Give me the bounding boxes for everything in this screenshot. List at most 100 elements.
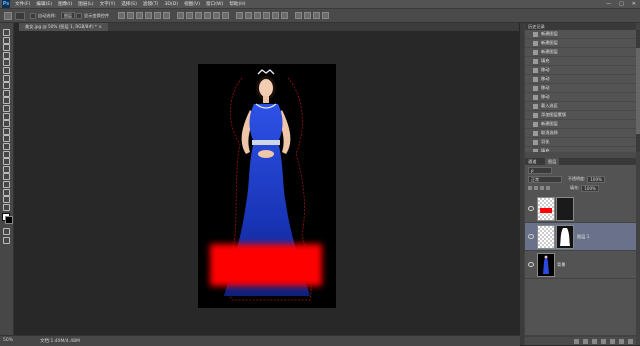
history-item[interactable]: 取消选择 <box>525 129 636 138</box>
menu-item[interactable]: 选择(S) <box>121 1 137 7</box>
tool-icon[interactable] <box>3 82 10 90</box>
tool-icon[interactable] <box>3 173 10 181</box>
align-distribute-icon[interactable] <box>154 12 161 19</box>
align-distribute-icon[interactable] <box>163 12 170 19</box>
align-distribute-icon[interactable] <box>281 12 288 19</box>
align-distribute-icon[interactable] <box>195 12 202 19</box>
quick-mask-icon[interactable] <box>3 228 10 235</box>
menu-item[interactable]: 编辑(E) <box>36 1 52 7</box>
tool-icon[interactable] <box>3 165 10 173</box>
layer-row-layer1[interactable]: 图层 1 <box>525 223 636 251</box>
history-item[interactable]: 载入选区 <box>525 102 636 111</box>
tab-channels[interactable]: 通道 <box>525 158 539 165</box>
history-item[interactable]: 填充 <box>525 57 636 66</box>
fill-field[interactable]: 100% <box>581 184 599 192</box>
lock-all-icon[interactable] <box>546 186 550 190</box>
menu-item[interactable]: 文字(Y) <box>100 1 116 7</box>
layer-name[interactable]: 图层 1 <box>577 234 589 240</box>
visibility-eye-icon[interactable] <box>528 262 534 267</box>
align-distribute-icon[interactable] <box>186 12 193 19</box>
tool-icon[interactable] <box>3 97 10 105</box>
align-distribute-icon[interactable] <box>295 12 302 19</box>
adjustment-layer-icon[interactable] <box>601 338 606 344</box>
align-distribute-icon[interactable] <box>322 12 329 19</box>
tool-icon[interactable] <box>3 127 10 135</box>
show-transform-checkbox[interactable] <box>76 12 82 19</box>
add-style-icon[interactable] <box>583 338 588 344</box>
layer-row-red[interactable] <box>525 195 636 223</box>
history-item[interactable]: 移动 <box>525 93 636 102</box>
move-tool-preset[interactable] <box>4 11 25 20</box>
align-distribute-icon[interactable] <box>136 12 143 19</box>
tool-icon[interactable] <box>3 203 10 211</box>
align-distribute-icon[interactable] <box>213 12 220 19</box>
layer-mask-thumbnail[interactable] <box>556 225 574 249</box>
tool-icon[interactable] <box>3 143 10 150</box>
align-distribute-icon[interactable] <box>222 12 229 19</box>
layer-name[interactable]: 背景 <box>557 262 565 268</box>
align-distribute-icon[interactable] <box>204 12 211 19</box>
menu-item[interactable]: 3D(D) <box>164 2 178 7</box>
menu-item[interactable]: 文件(F) <box>15 1 30 7</box>
history-item[interactable]: 移动 <box>525 66 636 75</box>
tool-icon[interactable] <box>3 188 10 196</box>
tool-icon[interactable] <box>3 36 10 44</box>
history-item[interactable]: 新建图层 <box>525 120 636 129</box>
align-distribute-icon[interactable] <box>245 12 252 19</box>
minimize-button[interactable]: — <box>606 1 611 7</box>
align-distribute-icon[interactable] <box>254 12 261 19</box>
delete-layer-icon[interactable] <box>628 338 633 344</box>
auto-select-option[interactable]: 自动选择： 图层 <box>30 11 75 20</box>
close-button[interactable]: ✕ <box>632 1 636 7</box>
layer-kind-filter[interactable]: ρ <box>528 166 552 174</box>
lock-pixels-icon[interactable] <box>534 186 538 190</box>
opacity-field[interactable]: 100% <box>587 175 605 183</box>
show-transform-option[interactable]: 显示变换控件 <box>76 11 109 20</box>
zoom-level[interactable]: 50% <box>3 338 13 343</box>
menu-item[interactable]: 图像(I) <box>58 1 72 7</box>
menu-item[interactable]: 视图(V) <box>184 1 200 7</box>
tool-icon[interactable] <box>3 89 10 97</box>
background-color-swatch[interactable] <box>5 216 13 224</box>
history-item[interactable]: 添加图层蒙版 <box>525 111 636 120</box>
menu-item[interactable]: 帮助(H) <box>229 1 245 7</box>
menu-item[interactable]: 图层(L) <box>78 1 93 7</box>
tool-icon[interactable] <box>3 112 10 120</box>
history-item[interactable]: 新建图层 <box>525 48 636 57</box>
auto-select-checkbox[interactable] <box>30 12 36 19</box>
tool-icon[interactable] <box>3 135 10 143</box>
align-distribute-icon[interactable] <box>118 12 125 19</box>
tool-icon[interactable] <box>3 74 10 82</box>
new-group-icon[interactable] <box>610 338 615 344</box>
align-distribute-icon[interactable] <box>272 12 279 19</box>
tab-layers[interactable]: 图层 <box>545 158 560 165</box>
lock-transparent-icon[interactable] <box>528 186 532 190</box>
menu-item[interactable]: 滤镜(T) <box>143 1 159 7</box>
history-item[interactable]: 移动 <box>525 75 636 84</box>
visibility-eye-icon[interactable] <box>528 234 534 239</box>
tool-icon[interactable] <box>3 150 10 158</box>
preset-picker[interactable] <box>15 11 25 20</box>
tool-icon[interactable] <box>3 196 10 204</box>
document-canvas[interactable] <box>198 64 336 308</box>
tool-icon[interactable] <box>3 67 10 74</box>
tool-icon[interactable] <box>3 120 10 128</box>
visibility-eye-icon[interactable] <box>528 206 534 211</box>
document-tab[interactable]: 美女.jpg @ 50% (图层 1, RGB/8#) * × <box>19 23 108 31</box>
blend-mode-dropdown[interactable]: 正常 <box>528 175 562 183</box>
tool-icon[interactable] <box>3 51 10 59</box>
screen-mode-icon[interactable] <box>3 237 10 244</box>
tool-icon[interactable] <box>3 59 10 67</box>
maximize-button[interactable]: □ <box>619 1 624 7</box>
align-distribute-icon[interactable] <box>313 12 320 19</box>
history-item[interactable]: 羽化 <box>525 138 636 147</box>
tool-icon[interactable] <box>3 158 10 166</box>
history-item[interactable]: 移动 <box>525 84 636 93</box>
auto-select-dropdown[interactable]: 图层 <box>60 12 75 19</box>
align-distribute-icon[interactable] <box>127 12 134 19</box>
layer-row-background[interactable]: 背景 <box>525 251 636 279</box>
align-distribute-icon[interactable] <box>236 12 243 19</box>
tool-icon[interactable] <box>3 105 10 112</box>
tool-icon[interactable] <box>3 29 10 36</box>
history-scrollbar[interactable] <box>636 30 640 152</box>
